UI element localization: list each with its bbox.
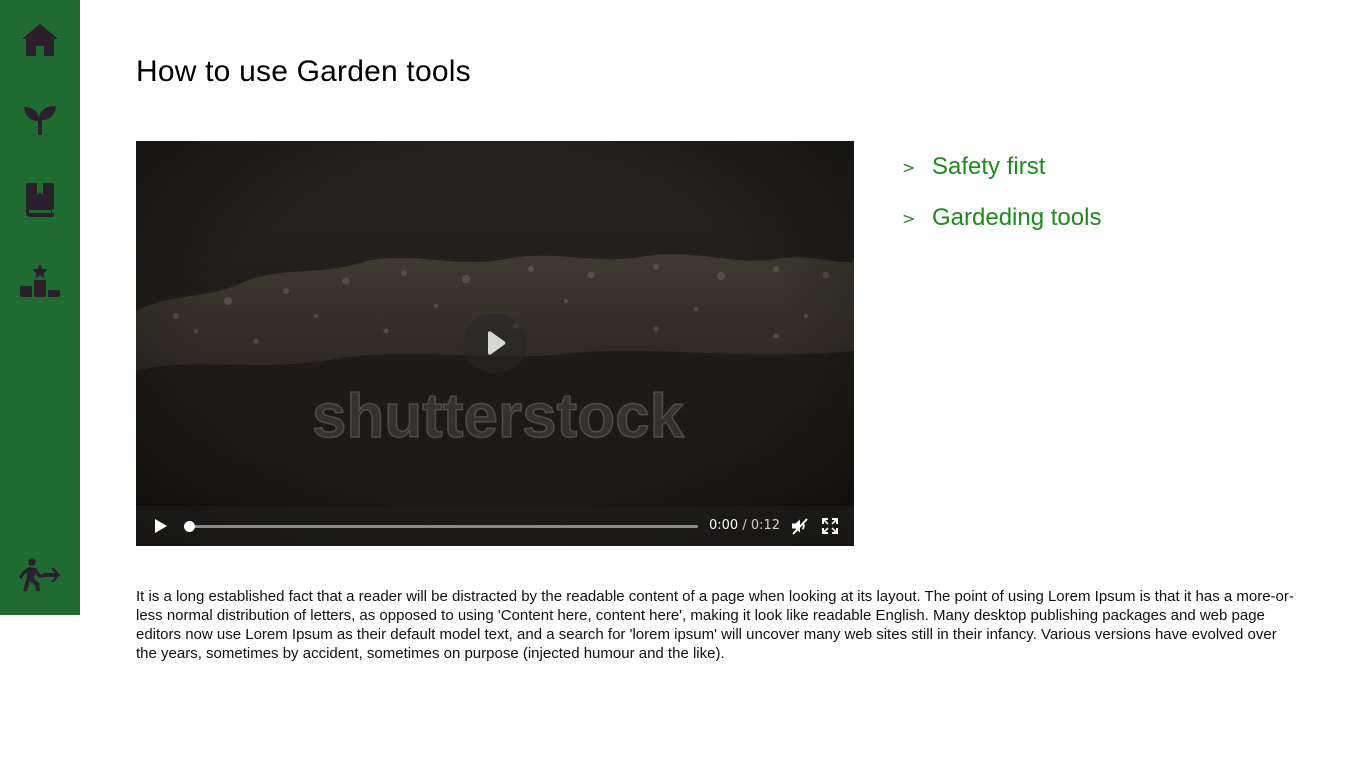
mute-toggle-icon[interactable] bbox=[790, 516, 810, 536]
sprout-icon bbox=[24, 106, 56, 135]
exit-run-icon bbox=[19, 558, 60, 591]
topic-gardening-tools[interactable]: > Gardeding tools bbox=[902, 202, 1101, 234]
fullscreen-icon[interactable] bbox=[821, 516, 839, 536]
ranking-podium-icon bbox=[20, 264, 60, 297]
video-player[interactable]: shutterstock 0:00 / 0:12 bbox=[136, 141, 854, 546]
duration: 0:12 bbox=[750, 518, 781, 533]
lesson-description: It is a long established fact that a rea… bbox=[136, 588, 1294, 662]
nav-home[interactable] bbox=[0, 16, 80, 64]
current-time: 0:00 bbox=[709, 518, 739, 533]
play-icon bbox=[488, 331, 506, 355]
logout-button[interactable] bbox=[0, 551, 80, 599]
time-display: 0:00 / 0:12 bbox=[709, 518, 780, 533]
sidebar bbox=[0, 0, 80, 615]
nav-rankings[interactable] bbox=[0, 256, 80, 304]
video-center-play-button[interactable] bbox=[463, 313, 527, 373]
seek-bar[interactable] bbox=[188, 525, 698, 528]
chevron-right-icon: > bbox=[902, 208, 916, 228]
topic-label: Gardeding tools bbox=[932, 204, 1102, 231]
topic-safety-first[interactable]: > Safety first bbox=[902, 151, 1101, 183]
book-bookmark-icon bbox=[26, 183, 54, 217]
lesson-topics: > Safety first > Gardeding tools bbox=[902, 151, 1101, 253]
nav-plants[interactable] bbox=[0, 96, 80, 144]
page-title: How to use Garden tools bbox=[136, 55, 471, 88]
topic-label: Safety first bbox=[932, 153, 1046, 180]
seek-thumb[interactable] bbox=[184, 521, 195, 532]
home-icon bbox=[22, 24, 58, 56]
video-controls: 0:00 / 0:12 bbox=[136, 506, 854, 546]
chevron-right-icon: > bbox=[902, 157, 916, 177]
play-button[interactable] bbox=[150, 516, 170, 536]
time-separator: / bbox=[738, 518, 751, 533]
nav-library[interactable] bbox=[0, 176, 80, 224]
